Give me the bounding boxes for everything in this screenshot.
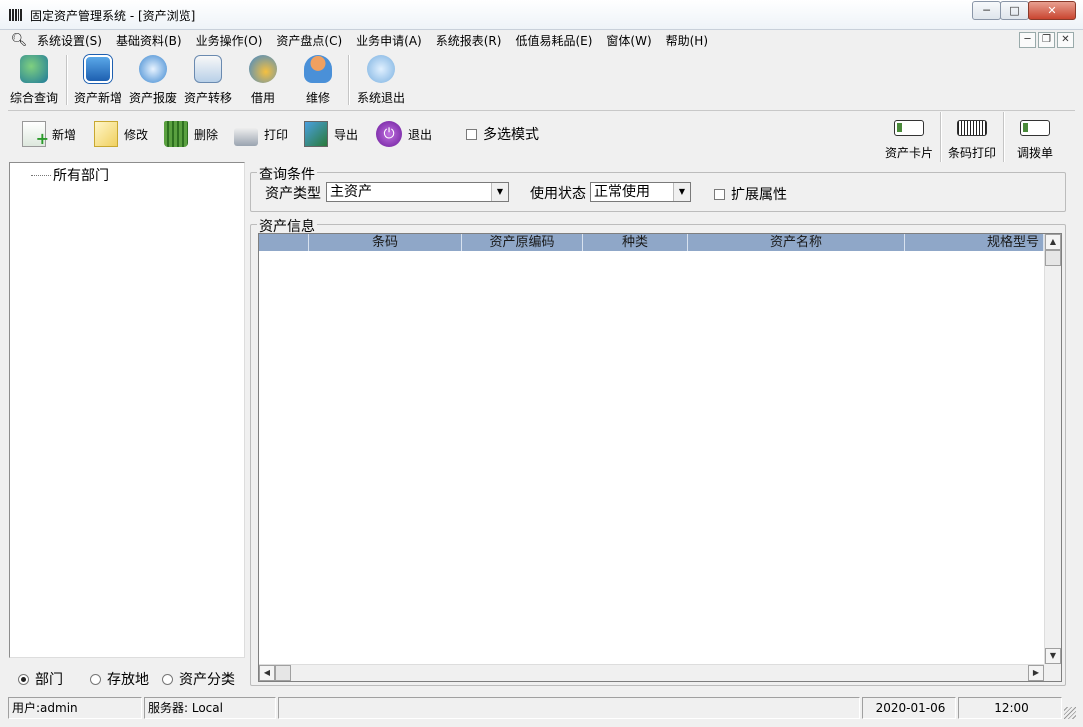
mdi-minimize-button[interactable]: ─	[1019, 32, 1036, 48]
table-header: 条码 资产原编码 种类 资产名称 规格型号	[259, 234, 1044, 251]
borrow-icon	[249, 55, 277, 83]
menu-business-request[interactable]: 业务申请(A)	[349, 32, 429, 49]
asset-type-select[interactable]: 主资产 ▼	[326, 182, 509, 202]
radio-storage-location[interactable]: 存放地	[90, 669, 149, 689]
column-header-category[interactable]: 种类	[583, 234, 688, 251]
power-icon: ⏻	[376, 121, 402, 147]
card-icon	[1020, 120, 1050, 136]
comprehensive-query-button[interactable]: 综合查询	[5, 51, 63, 108]
new-document-icon: +	[22, 121, 49, 148]
query-group-label: 查询条件	[257, 164, 317, 184]
multi-select-checkbox[interactable]: 多选模式	[466, 119, 539, 149]
menu-bar: 🔍︎ 系统设置(S) 基础资料(B) 业务操作(O) 资产盘点(C) 业务申请(…	[8, 30, 1075, 50]
column-header-indicator[interactable]	[259, 234, 309, 251]
toolbar-separator	[348, 55, 350, 105]
close-button[interactable]: ✕	[1028, 1, 1076, 20]
minimize-button[interactable]: ─	[972, 1, 1001, 20]
radio-dot[interactable]	[90, 673, 101, 685]
asset-table[interactable]: 条码 资产原编码 种类 资产名称 规格型号 ▲ ▼ ◀ ▶	[258, 233, 1062, 682]
radio-dot[interactable]	[18, 673, 29, 685]
menu-system-reports[interactable]: 系统报表(R)	[429, 32, 509, 49]
column-header-barcode[interactable]: 条码	[309, 234, 462, 251]
menu-system-settings[interactable]: 系统设置(S)	[30, 32, 109, 49]
resize-grip-icon[interactable]	[1064, 707, 1076, 719]
column-header-spec-model[interactable]: 规格型号	[905, 234, 1044, 251]
edit-button[interactable]: 修改	[94, 119, 148, 149]
printer-icon	[234, 128, 258, 146]
scroll-down-arrow-icon[interactable]: ▼	[1045, 648, 1061, 664]
status-empty-panel	[278, 697, 860, 719]
asset-card-button[interactable]: 资产卡片	[879, 118, 939, 162]
status-user: 用户:admin	[8, 697, 142, 719]
department-tree[interactable]: 所有部门	[9, 162, 245, 658]
scrap-asset-icon	[139, 55, 167, 83]
system-exit-button[interactable]: 系统退出	[352, 51, 410, 108]
card-icon	[894, 120, 924, 136]
barcode-icon	[957, 120, 987, 136]
menu-consumables[interactable]: 低值易耗品(E)	[508, 32, 599, 49]
app-barcode-icon	[9, 9, 25, 21]
add-asset-icon	[84, 55, 112, 83]
print-button[interactable]: 打印	[234, 119, 288, 149]
column-header-original-code[interactable]: 资产原编码	[462, 234, 583, 251]
scroll-thumb[interactable]	[1045, 250, 1061, 266]
menu-inventory-check[interactable]: 资产盘点(C)	[269, 32, 349, 49]
export-button[interactable]: 导出	[304, 119, 358, 149]
asset-add-button[interactable]: 资产新增	[69, 51, 127, 108]
extended-attributes-checkbox[interactable]: 扩展属性	[714, 184, 787, 204]
mdi-close-button[interactable]: ✕	[1057, 32, 1074, 48]
menu-window[interactable]: 窗体(W)	[599, 32, 658, 49]
export-icon	[304, 121, 328, 147]
status-bar: 用户:admin 服务器: Local 2020-01-06 12:00	[0, 695, 1083, 727]
scroll-corner	[1044, 664, 1061, 681]
asset-type-label: 资产类型	[265, 186, 321, 202]
scroll-thumb[interactable]	[275, 665, 291, 681]
radio-dot[interactable]	[162, 673, 173, 685]
window-title: 固定资产管理系统 - [资产浏览]	[30, 9, 196, 23]
borrow-button[interactable]: 借用	[234, 51, 292, 108]
edit-document-icon	[94, 121, 118, 147]
status-select[interactable]: 正常使用 ▼	[590, 182, 691, 202]
transfer-order-button[interactable]: 调拨单	[1005, 118, 1065, 162]
extended-attributes-check[interactable]	[714, 188, 725, 200]
scroll-right-arrow-icon[interactable]: ▶	[1028, 665, 1044, 681]
menu-business-ops[interactable]: 业务操作(O)	[189, 32, 270, 49]
asset-scrap-button[interactable]: 资产报废	[124, 51, 182, 108]
maximize-button[interactable]: □	[1000, 1, 1029, 20]
delete-button[interactable]: 删除	[164, 119, 218, 149]
scroll-left-arrow-icon[interactable]: ◀	[259, 665, 275, 681]
chevron-down-icon[interactable]: ▼	[491, 183, 508, 201]
multi-select-check[interactable]	[466, 128, 477, 140]
horizontal-scrollbar[interactable]: ◀ ▶	[259, 664, 1044, 681]
trash-icon	[164, 121, 188, 147]
new-button[interactable]: + 新增	[22, 119, 76, 149]
search-globe-icon	[20, 55, 48, 83]
column-header-asset-name[interactable]: 资产名称	[688, 234, 905, 251]
radio-department[interactable]: 部门	[18, 669, 63, 689]
toolbar-separator	[66, 55, 68, 105]
exit-button[interactable]: ⏻ 退出	[376, 119, 432, 149]
asset-transfer-button[interactable]: 资产转移	[179, 51, 237, 108]
scroll-up-arrow-icon[interactable]: ▲	[1045, 234, 1061, 250]
transfer-asset-icon	[194, 55, 222, 83]
exit-keys-icon	[367, 55, 395, 83]
magnifier-icon: 🔍︎	[10, 32, 28, 48]
tree-connector	[31, 174, 51, 176]
vertical-scrollbar[interactable]: ▲ ▼	[1044, 234, 1061, 664]
chevron-down-icon[interactable]: ▼	[673, 183, 690, 201]
repair-button[interactable]: 维修	[289, 51, 347, 108]
title-bar: 固定资产管理系统 - [资产浏览] ─ □ ✕	[0, 0, 1083, 30]
radio-asset-category[interactable]: 资产分类	[162, 669, 235, 689]
barcode-print-button[interactable]: 条码打印	[942, 118, 1002, 162]
mdi-restore-button[interactable]: ❐	[1038, 32, 1055, 48]
menu-help[interactable]: 帮助(H)	[659, 32, 715, 49]
tree-node-all-departments[interactable]: 所有部门	[31, 165, 109, 185]
status-label: 使用状态	[530, 186, 586, 202]
menu-basic-data[interactable]: 基础资料(B)	[109, 32, 189, 49]
status-time: 12:00	[958, 697, 1062, 719]
main-toolbar: 综合查询 资产新增 资产报废 资产转移 借用 维修 系统退出	[8, 51, 1075, 108]
status-server: 服务器: Local	[144, 697, 276, 719]
repair-icon	[304, 55, 332, 83]
status-date: 2020-01-06	[862, 697, 956, 719]
